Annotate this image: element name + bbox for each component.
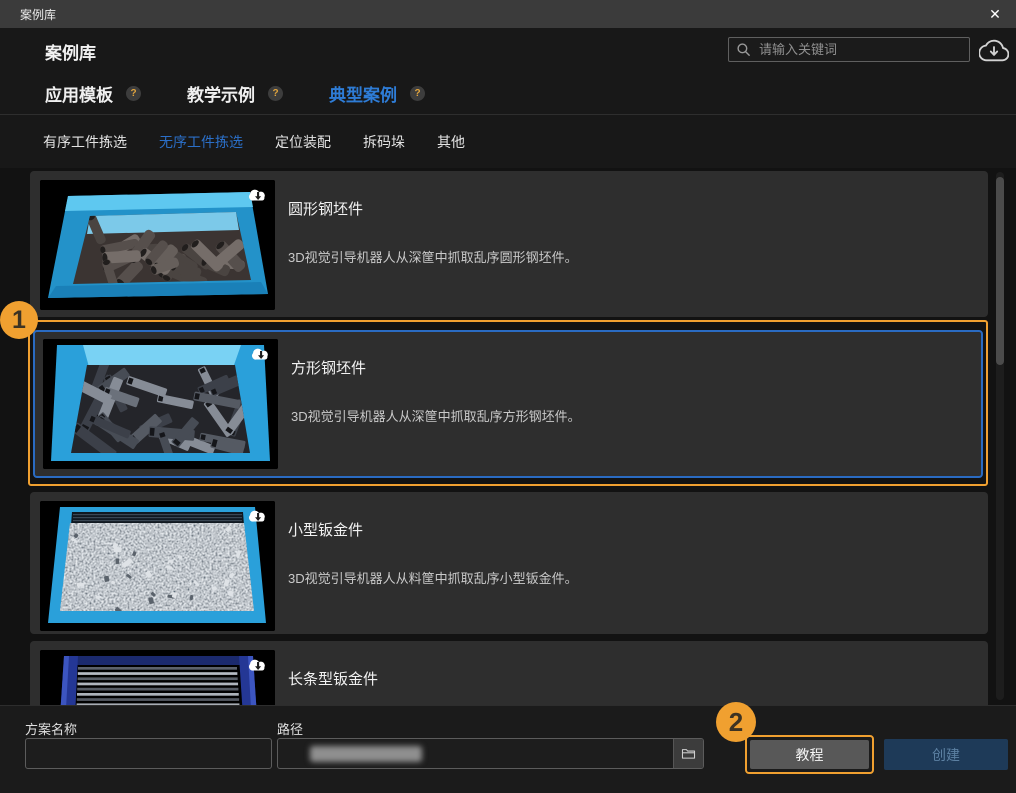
search-box[interactable] — [728, 37, 970, 62]
help-icon[interactable]: ? — [126, 86, 141, 101]
scrollbar-thumb[interactable] — [996, 177, 1004, 365]
tab-label: 教学示例 — [187, 81, 255, 106]
subtab-others[interactable]: 其他 — [437, 132, 465, 152]
download-icon[interactable] — [246, 505, 270, 529]
cloud-download-button[interactable] — [979, 37, 1009, 64]
tutorial-highlight-box: 教程 — [745, 735, 874, 774]
step-badge-2: 2 — [716, 702, 756, 742]
download-icon[interactable] — [246, 654, 270, 678]
case-description: 3D视觉引导机器人从料筐中抓取乱序小型钣金件。 — [288, 568, 578, 587]
tab-teaching-examples[interactable]: 教学示例 ? — [187, 81, 283, 106]
search-icon — [736, 42, 751, 57]
tab-bar: 应用模板 ? 教学示例 ? 典型案例 ? — [45, 81, 425, 106]
case-description: 3D视觉引导机器人从深筐中抓取乱序方形钢坯件。 — [291, 406, 581, 425]
subtab-bar: 有序工件拣选 无序工件拣选 定位装配 拆码垛 其他 — [0, 115, 1016, 168]
case-card-square-billets-selected[interactable]: 方形钢坯件 3D视觉引导机器人从深筐中抓取乱序方形钢坯件。 — [33, 330, 983, 478]
subtab-positioning-assembly[interactable]: 定位装配 — [275, 132, 331, 152]
case-title: 圆形钢坯件 — [288, 198, 578, 219]
case-info: 长条型钣金件 — [288, 650, 378, 705]
window-title: 案例库 — [20, 6, 56, 23]
subtab-ordered-picking[interactable]: 有序工件拣选 — [43, 132, 127, 152]
page-title: 案例库 — [45, 39, 96, 64]
header: 案例库 应用模板 ? 教学示例 ? 典型案例 — [0, 28, 1016, 115]
case-thumbnail — [40, 501, 275, 631]
help-icon[interactable]: ? — [410, 86, 425, 101]
case-thumbnail — [43, 339, 278, 469]
case-list: 圆形钢坯件 3D视觉引导机器人从深筐中抓取乱序圆形钢坯件。 方形钢坯件 3D视觉… — [0, 168, 1016, 705]
case-title: 小型钣金件 — [288, 519, 578, 540]
thumbnail-art — [40, 650, 275, 705]
step-badge-1: 1 — [0, 301, 38, 339]
folder-icon — [680, 745, 697, 762]
case-info: 方形钢坯件 3D视觉引导机器人从深筐中抓取乱序方形钢坯件。 — [291, 339, 581, 469]
tab-app-templates[interactable]: 应用模板 ? — [45, 81, 141, 106]
solution-name-input[interactable] — [25, 738, 272, 769]
scrollbar-track[interactable] — [996, 172, 1004, 700]
tab-typical-cases[interactable]: 典型案例 ? — [329, 81, 425, 106]
search-input[interactable] — [757, 41, 962, 58]
footer: 方案名称 路径 教程 创建 — [0, 705, 1016, 793]
case-card-small-sheet-metal[interactable]: 小型钣金件 3D视觉引导机器人从料筐中抓取乱序小型钣金件。 — [30, 492, 988, 634]
thumbnail-art — [43, 339, 278, 469]
thumbnail-art — [40, 501, 275, 631]
case-thumbnail — [40, 180, 275, 310]
case-title: 长条型钣金件 — [288, 668, 378, 689]
help-icon[interactable]: ? — [268, 86, 283, 101]
case-info: 小型钣金件 3D视觉引导机器人从料筐中抓取乱序小型钣金件。 — [288, 501, 578, 625]
tab-label: 典型案例 — [329, 81, 397, 106]
thumbnail-art — [40, 180, 275, 310]
create-button[interactable]: 创建 — [884, 739, 1008, 770]
subtab-random-picking[interactable]: 无序工件拣选 — [159, 132, 243, 152]
cloud-download-icon — [979, 37, 1009, 64]
case-card-long-sheet-metal[interactable]: 长条型钣金件 — [30, 641, 988, 705]
titlebar: 案例库 ✕ — [0, 0, 1016, 28]
path-input[interactable] — [277, 738, 704, 769]
case-title: 方形钢坯件 — [291, 357, 581, 378]
tab-label: 应用模板 — [45, 81, 113, 106]
case-info: 圆形钢坯件 3D视觉引导机器人从深筐中抓取乱序圆形钢坯件。 — [288, 180, 578, 308]
case-card-round-billets[interactable]: 圆形钢坯件 3D视觉引导机器人从深筐中抓取乱序圆形钢坯件。 — [30, 171, 988, 317]
tutorial-button[interactable]: 教程 — [750, 740, 869, 769]
case-thumbnail — [40, 650, 275, 705]
download-icon[interactable] — [249, 343, 273, 367]
subtab-depalletizing[interactable]: 拆码垛 — [363, 132, 405, 152]
download-icon[interactable] — [246, 184, 270, 208]
folder-button[interactable] — [673, 739, 703, 768]
solution-name-label: 方案名称 — [25, 719, 77, 738]
case-description: 3D视觉引导机器人从深筐中抓取乱序圆形钢坯件。 — [288, 247, 578, 266]
path-label: 路径 — [277, 719, 303, 738]
close-button[interactable]: ✕ — [980, 0, 1010, 28]
path-value-redacted — [310, 746, 422, 762]
